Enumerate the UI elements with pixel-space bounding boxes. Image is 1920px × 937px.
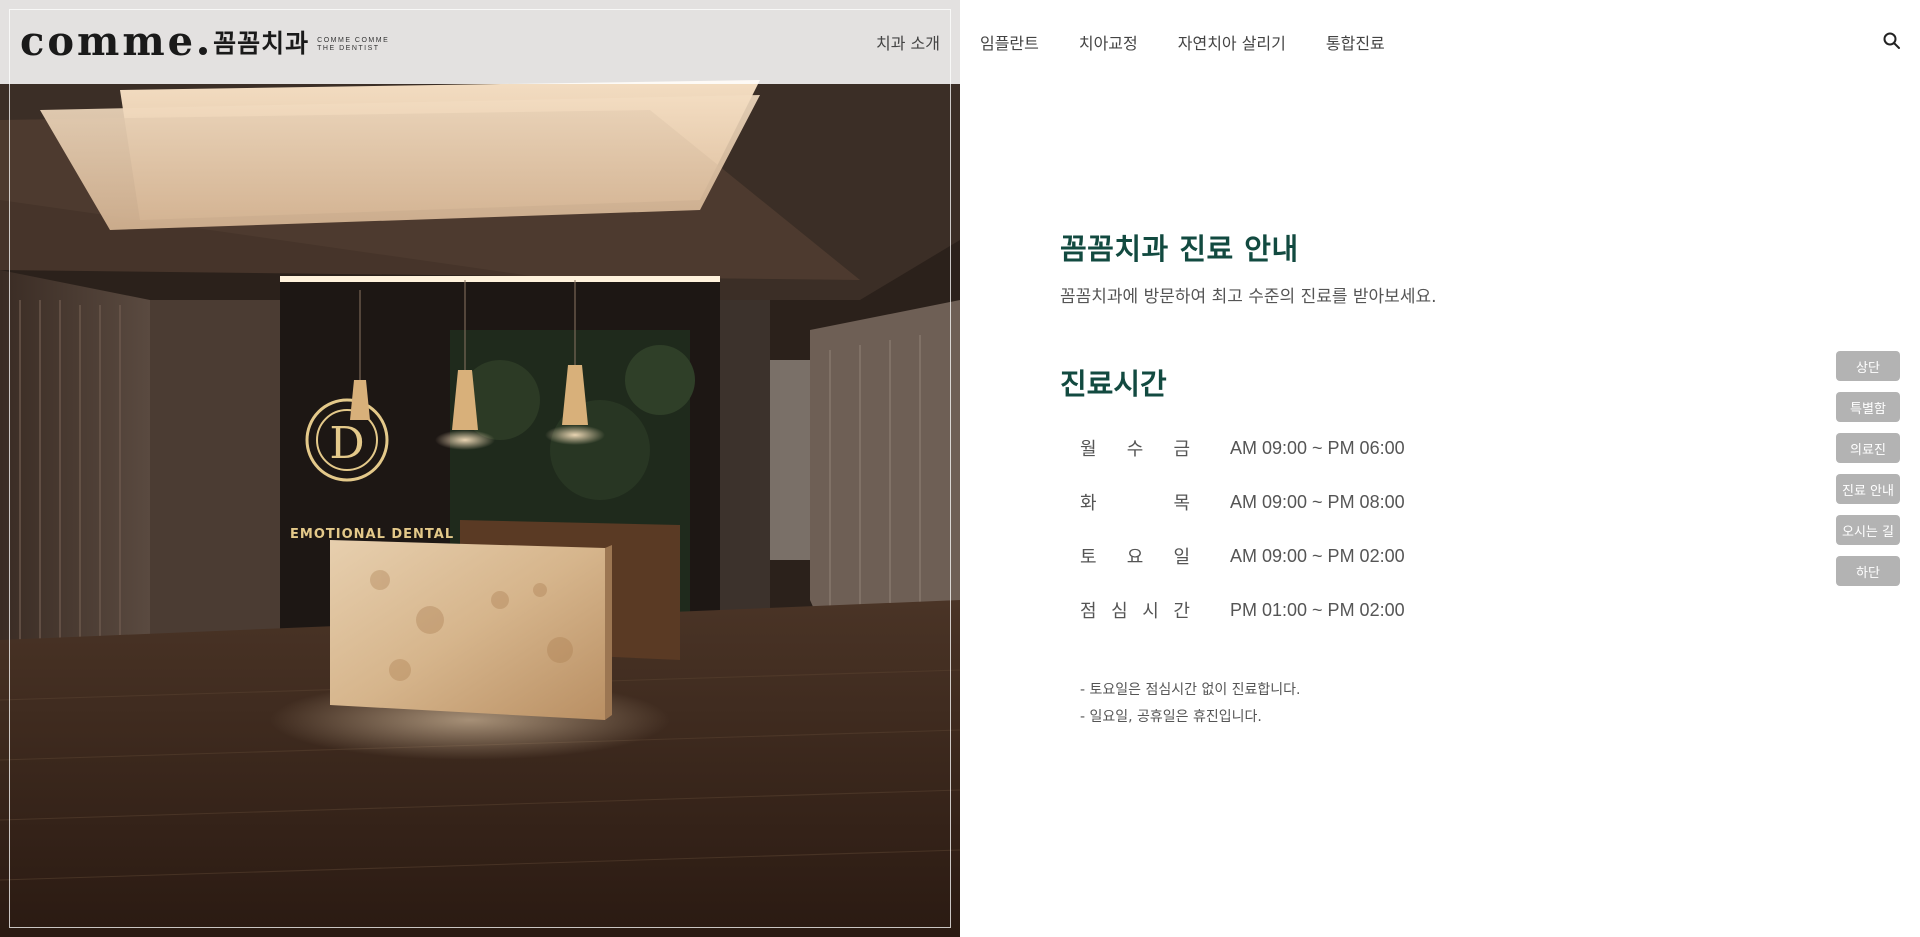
quick-nav-top-button[interactable]: 상단	[1836, 351, 1900, 381]
hours-day-label: 토 요 일	[1080, 543, 1230, 569]
hours-row: 월 수 금 AM 09:00 ~ PM 06:00	[1060, 421, 1700, 475]
hours-time: AM 09:00 ~ PM 02:00	[1230, 545, 1405, 566]
quick-nav-doctors-button[interactable]: 의료진	[1836, 433, 1900, 463]
day-char: 금	[1173, 439, 1190, 460]
day-char: 토	[1080, 547, 1097, 568]
logo-subtitle: COMME COMME THE DENTIST	[317, 37, 389, 53]
hours-day-label: 월 수 금	[1080, 435, 1230, 461]
clinic-info-section: 꼼꼼치과 진료 안내 꼼꼼치과에 방문하여 최고 수준의 진료를 받아보세요. …	[1060, 226, 1700, 731]
logo-korean-name: 꼼꼼치과	[213, 29, 310, 58]
logo-wordmark: comme	[20, 18, 197, 65]
quick-nav-bottom-button[interactable]: 하단	[1836, 556, 1900, 586]
nav-item-clinic-intro[interactable]: 치과 소개	[876, 30, 940, 54]
day-char: 간	[1173, 601, 1190, 622]
search-button[interactable]	[1882, 31, 1902, 51]
hours-heading: 진료시간	[1060, 367, 1167, 401]
quick-nav-directions-button[interactable]: 오시는 길	[1836, 515, 1900, 545]
note-holidays: - 일요일, 공휴일은 휴진입니다.	[1080, 709, 1262, 725]
hours-day-label: 화 목	[1080, 489, 1230, 515]
logo-sub-line2: THE DENTIST	[317, 45, 380, 52]
site-header: comme 꼼꼼치과 COMME COMME THE DENTIST 치과 소개…	[0, 0, 1920, 84]
note-saturday: - 토요일은 점심시간 없이 진료합니다.	[1080, 682, 1301, 698]
logo-dot	[199, 47, 208, 55]
day-char: 점	[1080, 601, 1097, 622]
lobby-photo: D EMOTIONAL DENTAL CARE	[0, 0, 960, 937]
hours-row: 화 목 AM 09:00 ~ PM 08:00	[1060, 475, 1700, 529]
page-title: 꼼꼼치과 진료 안내	[1060, 232, 1299, 266]
page-subtitle: 꼼꼼치과에 방문하여 최고 수준의 진료를 받아보세요.	[1060, 287, 1437, 307]
hours-time: PM 01:00 ~ PM 02:00	[1230, 599, 1405, 620]
nav-item-natural-teeth[interactable]: 자연치아 살리기	[1178, 30, 1286, 54]
hours-notes: - 토요일은 점심시간 없이 진료합니다. - 일요일, 공휴일은 휴진입니다.	[1060, 677, 1700, 731]
day-char: 시	[1142, 601, 1159, 622]
nav-item-orthodontics[interactable]: 치아교정	[1079, 30, 1138, 54]
day-char: 화	[1080, 493, 1097, 514]
day-char: 수	[1126, 439, 1144, 460]
emblem-letter: D	[329, 418, 364, 469]
lobby-illustration: D EMOTIONAL DENTAL CARE	[0, 0, 960, 937]
day-char: 요	[1126, 547, 1144, 568]
nav-item-integrated-care[interactable]: 통합진료	[1326, 30, 1385, 54]
nav-item-implant[interactable]: 임플란트	[980, 30, 1039, 54]
day-char: 일	[1173, 547, 1190, 568]
quick-nav-special-button[interactable]: 특별함	[1836, 392, 1900, 422]
quick-nav: 상단 특별함 의료진 진료 안내 오시는 길 하단	[1836, 351, 1900, 597]
hours-table: 월 수 금 AM 09:00 ~ PM 06:00 화 목 AM 09:00 ~…	[1060, 421, 1700, 637]
day-char: 심	[1111, 601, 1128, 622]
hours-time: AM 09:00 ~ PM 08:00	[1230, 491, 1405, 512]
site-logo[interactable]: comme 꼼꼼치과 COMME COMME THE DENTIST	[20, 22, 389, 62]
logo-sub-line1: COMME COMME	[317, 37, 390, 44]
hours-row: 점 심 시 간 PM 01:00 ~ PM 02:00	[1060, 583, 1700, 637]
hours-day-label: 점 심 시 간	[1080, 597, 1230, 623]
hours-time: AM 09:00 ~ PM 06:00	[1230, 437, 1405, 458]
day-char: 목	[1173, 493, 1190, 514]
hours-row: 토 요 일 AM 09:00 ~ PM 02:00	[1060, 529, 1700, 583]
main-nav: 치과 소개 임플란트 치아교정 자연치아 살리기 통합진료	[876, 30, 1425, 54]
quick-nav-treatment-info-button[interactable]: 진료 안내	[1836, 474, 1900, 504]
search-icon	[1883, 32, 1900, 49]
day-char: 월	[1080, 439, 1097, 460]
